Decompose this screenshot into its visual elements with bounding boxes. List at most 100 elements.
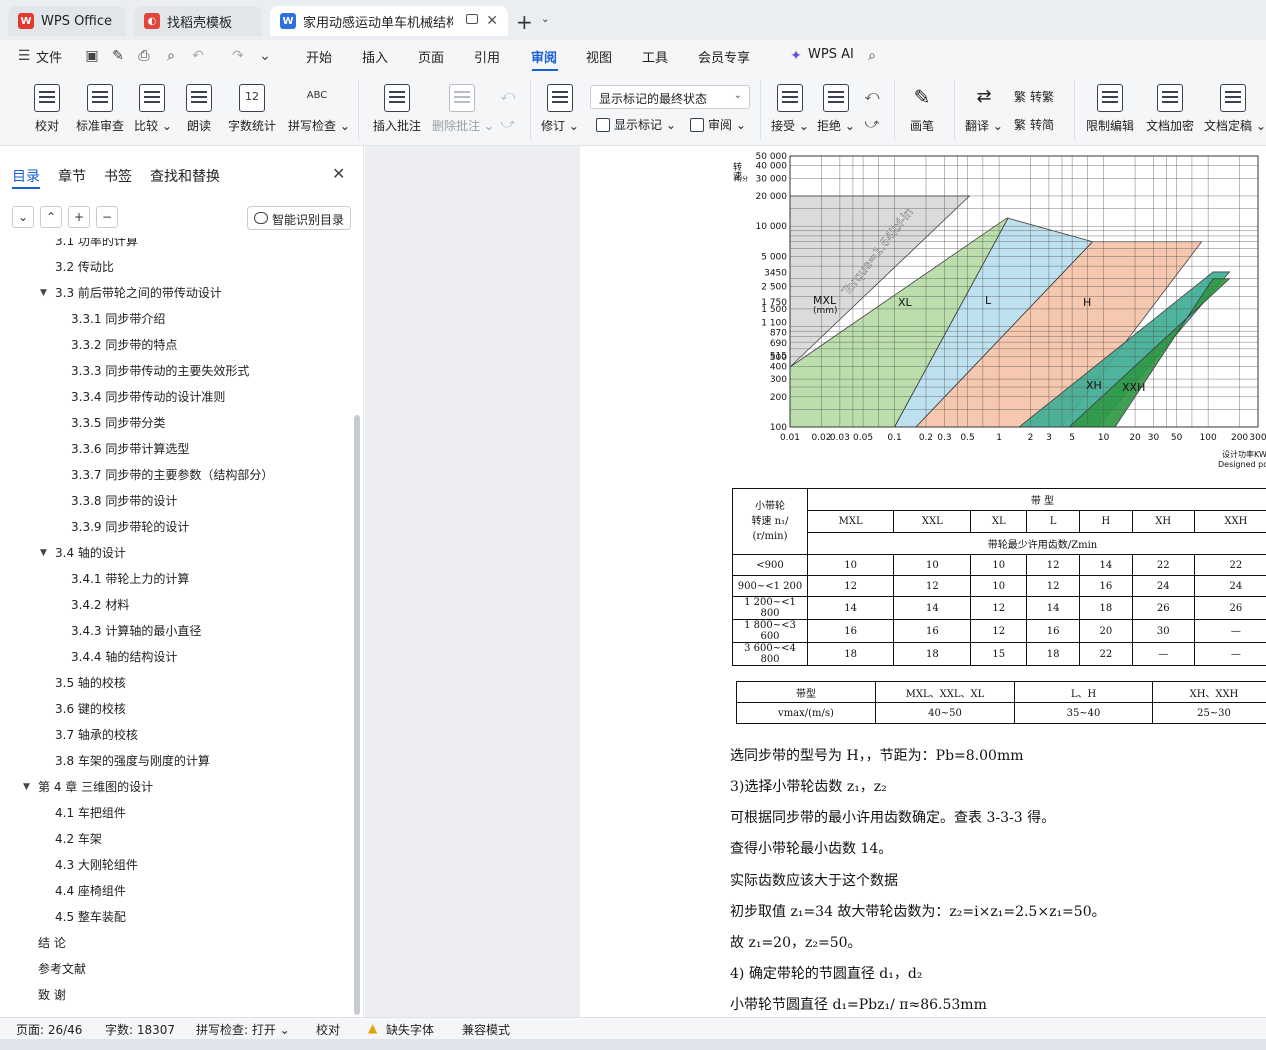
tab-find-replace[interactable]: 查找和替换 <box>150 166 220 186</box>
expand-triangle-icon[interactable]: ▼ <box>40 280 47 306</box>
toc-item[interactable]: 结 论 <box>38 930 66 956</box>
toc-item[interactable]: 3.2 传动比 <box>55 254 114 280</box>
toc-item[interactable]: 3.4.4 轴的结构设计 <box>71 644 177 670</box>
toc-item[interactable]: 3.3.3 同步带传动的主要失效形式 <box>71 358 249 384</box>
toc-item[interactable]: 3.3.2 同步带的特点 <box>71 332 177 358</box>
translate-button[interactable]: ⇄ 翻译 ⌄ <box>964 72 1004 144</box>
toc-item[interactable]: 3.1 功率的计算 <box>55 238 138 254</box>
spell-check-button[interactable]: ABC 拼写检查 ⌄ <box>288 72 350 144</box>
toc-item[interactable]: 3.3.9 同步带轮的设计 <box>71 514 189 540</box>
menu-review[interactable]: 审阅 <box>531 47 557 66</box>
window-icon[interactable] <box>466 14 478 24</box>
proofread-button[interactable]: 校对 <box>28 72 66 144</box>
smart-toc-button[interactable]: 智能识别目录 <box>247 206 351 230</box>
proof-status[interactable]: 校对 <box>316 1021 340 1038</box>
format-painter-icon[interactable]: ✎ <box>110 48 126 64</box>
to-simplified-button[interactable]: 繁转简 <box>1014 116 1054 133</box>
toc-item[interactable]: 4.4 座椅组件 <box>55 878 126 904</box>
toc-item[interactable]: 3.3.7 同步带的主要参数（结构部分） <box>71 462 273 488</box>
new-tab-icon[interactable]: + <box>516 10 533 34</box>
more-icon[interactable]: ⌄ <box>257 48 273 64</box>
read-aloud-button[interactable]: 朗读 <box>184 72 214 144</box>
reject-button[interactable]: 拒绝 ⌄ <box>816 72 856 144</box>
markup-state-select[interactable]: 显示标记的最终状态 ⌄ <box>590 85 750 109</box>
expand-triangle-icon[interactable]: ▼ <box>23 774 30 800</box>
spell-check-status[interactable]: 拼写检查: 打开 ⌄ <box>196 1021 290 1038</box>
pen-button[interactable]: ✎ 画笔 <box>904 72 940 144</box>
toc-item[interactable]: 4.5 整车装配 <box>55 904 126 930</box>
page-indicator[interactable]: 页面: 26/46 <box>16 1021 82 1038</box>
toc-item[interactable]: 3.3.6 同步带计算选型 <box>71 436 189 462</box>
menu-reference[interactable]: 引用 <box>474 47 500 66</box>
insert-comment-button[interactable]: 插入批注 <box>372 72 422 144</box>
toc-item[interactable]: 3.7 轴承的校核 <box>55 722 138 748</box>
toc-item[interactable]: 3.5 轴的校核 <box>55 670 126 696</box>
tab-bookmarks[interactable]: 书签 <box>104 166 132 186</box>
toc-item[interactable]: 参考文献 <box>38 956 86 982</box>
toc-item[interactable]: 3.4.2 材料 <box>71 592 129 618</box>
restrict-edit-button[interactable]: 限制编辑 <box>1084 72 1136 144</box>
prev-comment-icon[interactable]: ⤺ <box>500 88 516 104</box>
toc-item[interactable]: ▼ 第 4 章 三维图的设计 <box>23 774 153 800</box>
redo-icon[interactable]: ↷ <box>230 48 246 64</box>
tab-wps-office[interactable]: W WPS Office <box>8 6 126 36</box>
close-icon[interactable]: ✕ <box>332 164 345 183</box>
word-count-button[interactable]: 12 字数统计 <box>226 72 278 144</box>
print-preview-icon[interactable]: ⌕ <box>163 48 179 64</box>
save-icon[interactable]: ▣ <box>84 48 100 64</box>
review-pane-button[interactable]: 审阅 ⌄ <box>690 116 746 133</box>
next-change-icon[interactable]: ⤻ <box>864 116 880 132</box>
menu-view[interactable]: 视图 <box>586 47 612 66</box>
word-count[interactable]: 字数: 18307 <box>105 1021 175 1038</box>
finalize-button[interactable]: 文档定稿 ⌄ <box>1204 72 1266 144</box>
prev-change-icon[interactable]: ⤺ <box>864 88 880 104</box>
close-icon[interactable]: ✕ <box>486 13 498 29</box>
print-icon[interactable]: ⎙ <box>136 48 152 64</box>
to-traditional-button[interactable]: 繁转繁 <box>1014 88 1054 105</box>
accept-button[interactable]: 接受 ⌄ <box>770 72 810 144</box>
toc-item[interactable]: 3.3.1 同步带介绍 <box>71 306 165 332</box>
tab-document[interactable]: W 家用动感运动单车机械结构设计 ✕ <box>270 6 508 36</box>
hamburger-icon[interactable]: ☰ <box>16 48 32 64</box>
compare-button[interactable]: 比较 ⌄ <box>134 72 172 144</box>
menu-insert[interactable]: 插入 <box>362 47 388 66</box>
toc-item[interactable]: 3.4.1 带轮上力的计算 <box>71 566 189 592</box>
menu-start[interactable]: 开始 <box>306 47 332 66</box>
tab-template[interactable]: ◐ 找稻壳模板 <box>134 6 262 36</box>
search-icon[interactable]: ⌕ <box>864 48 880 64</box>
track-changes-button[interactable]: 修订 ⌄ <box>540 72 580 144</box>
toc-item[interactable]: 致 谢 <box>38 982 66 1008</box>
toc-item[interactable]: 3.4.3 计算轴的最小直径 <box>71 618 201 644</box>
toc-item[interactable]: 3.8 车架的强度与刚度的计算 <box>55 748 210 774</box>
toc-item[interactable]: 4.3 大刚轮组件 <box>55 852 138 878</box>
scrollbar[interactable] <box>354 415 360 1015</box>
standard-review-button[interactable]: 标准审查 <box>74 72 126 144</box>
toc-item[interactable]: ▼ 3.4 轴的设计 <box>40 540 126 566</box>
expand-up-icon[interactable]: ⌃ <box>40 206 62 228</box>
tab-sections[interactable]: 章节 <box>58 166 86 186</box>
collapse-icon[interactable]: ⌄ <box>12 206 34 228</box>
toc-item[interactable]: 3.3.8 同步带的设计 <box>71 488 177 514</box>
expand-triangle-icon[interactable]: ▼ <box>40 540 47 566</box>
show-markup-button[interactable]: 显示标记 ⌄ <box>596 116 676 133</box>
encrypt-button[interactable]: 文档加密 <box>1144 72 1196 144</box>
toc-item[interactable]: 4.1 车把组件 <box>55 800 126 826</box>
toc-item[interactable]: ▼ 3.3 前后带轮之间的带传动设计 <box>40 280 222 306</box>
menu-page[interactable]: 页面 <box>418 47 444 66</box>
missing-font-status[interactable]: 缺失字体 <box>386 1021 434 1038</box>
undo-icon[interactable]: ↶ <box>190 48 206 64</box>
toc-item[interactable]: 3.3.4 同步带传动的设计准则 <box>71 384 225 410</box>
delete-comment-button[interactable]: 删除批注 ⌄ <box>432 72 494 144</box>
menu-file[interactable]: 文件 <box>36 47 62 66</box>
menu-wps-ai[interactable]: WPS AI <box>808 47 854 62</box>
toc-item[interactable]: 3.3.5 同步带分类 <box>71 410 165 436</box>
toc-item[interactable]: 4.2 车架 <box>55 826 102 852</box>
toc-item[interactable]: 3.6 键的校核 <box>55 696 126 722</box>
remove-icon[interactable]: − <box>96 206 118 228</box>
next-comment-icon[interactable]: ⤻ <box>500 116 516 132</box>
document-page[interactable]: 转速 转/分 50 000 40 000 30 000 20 000 10 000 5 0… <box>580 146 1266 1017</box>
menu-tools[interactable]: 工具 <box>642 47 668 66</box>
tab-toc[interactable]: 目录 <box>12 166 40 186</box>
add-icon[interactable]: + <box>68 206 90 228</box>
chevron-down-icon[interactable]: ⌄ <box>541 14 549 25</box>
